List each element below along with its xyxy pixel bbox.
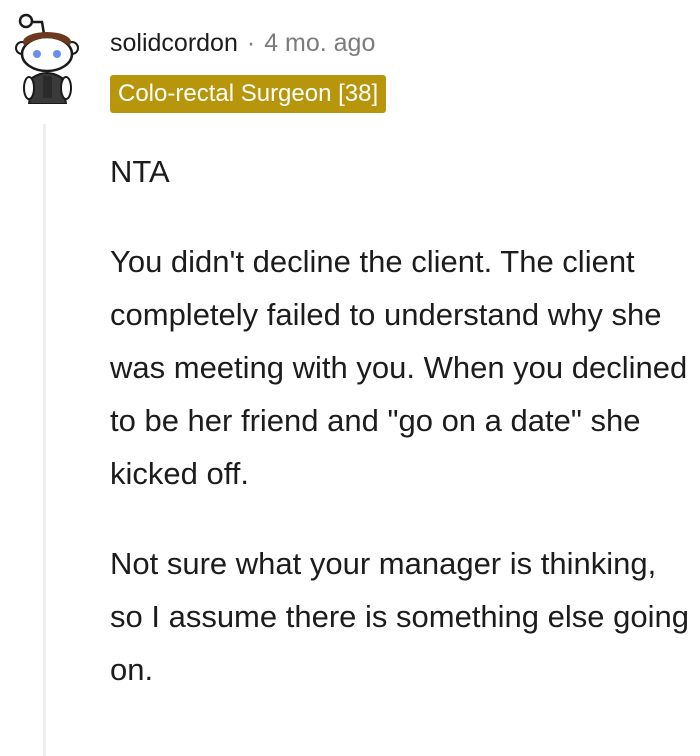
meta-separator: · xyxy=(246,28,256,57)
user-flair: Colo-rectal Surgeon [38] xyxy=(110,75,387,113)
thread-collapse-line[interactable] xyxy=(43,124,46,756)
avatar[interactable] xyxy=(6,8,90,105)
comment-paragraph: NTA xyxy=(110,154,170,189)
comment-meta: solidcordon · 4 mo. ago xyxy=(110,26,375,60)
author-username[interactable]: solidcordon xyxy=(110,29,238,58)
comment-paragraph: You didn't decline the client. The clien… xyxy=(110,244,688,491)
comment-paragraph: Not sure what your manager is thinking, … xyxy=(110,546,689,687)
comment-timestamp[interactable]: 4 mo. ago xyxy=(264,29,375,58)
comment: solidcordon · 4 mo. ago Colo-rectal Surg… xyxy=(0,0,700,756)
reddit-snoo-avatar-icon xyxy=(15,13,79,105)
comment-body: NTA You didn't decline the client. The c… xyxy=(110,145,695,696)
